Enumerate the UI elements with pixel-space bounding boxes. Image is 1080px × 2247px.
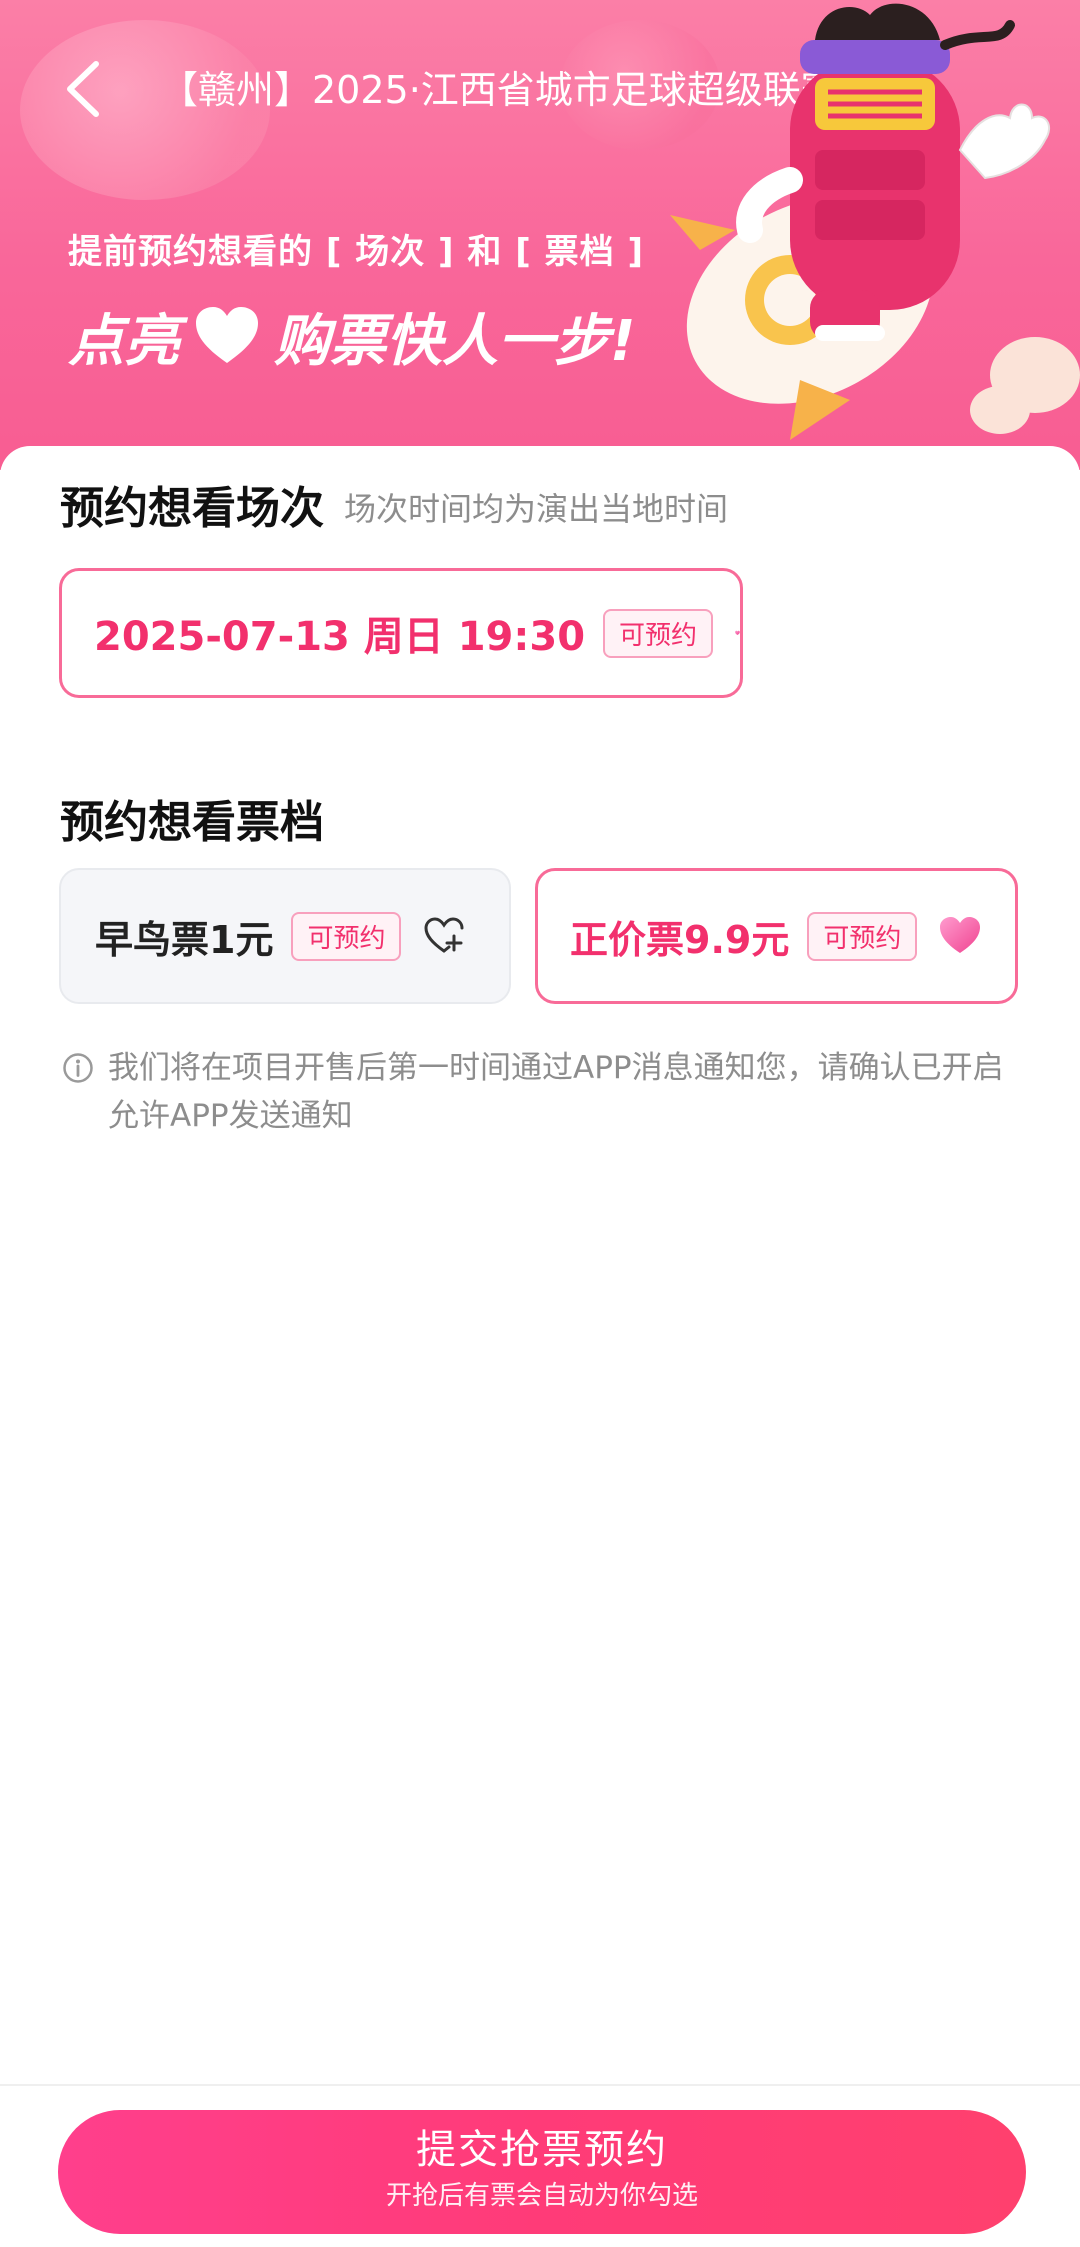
submit-button-sublabel: 开抢后有票会自动为你勾选 xyxy=(385,2181,698,2211)
session-section-note: 场次时间均为演出当地时间 xyxy=(344,490,729,528)
slogan-left: 点亮 xyxy=(68,308,180,374)
reservable-tag: 可预约 xyxy=(291,911,402,961)
submit-button-label: 提交抢票预约 xyxy=(416,2127,668,2173)
submit-reservation-button[interactable]: 提交抢票预约 开抢后有票会自动为你勾选 xyxy=(58,2110,1026,2234)
banner-slogan: 点亮 购票快人一步! xyxy=(68,296,636,376)
header-banner: 【赣州】2025·江西省城市足球超级联赛 提前预约想看的 [ 场次 ] 和 [ … xyxy=(0,0,1080,470)
session-label: 2025-07-13 周日 19:30 xyxy=(94,614,586,660)
bottom-action-bar: 提交抢票预约 开抢后有票会自动为你勾选 xyxy=(0,2084,1080,2247)
heart-icon xyxy=(735,630,740,635)
info-icon xyxy=(63,1053,93,1083)
banner-subtitle: 提前预约想看的 [ 场次 ] 和 [ 票档 ] xyxy=(68,232,645,272)
heart-icon xyxy=(196,307,258,363)
reservable-tag: 可预约 xyxy=(807,911,918,961)
notification-notice: 我们将在项目开售后第一时间通过APP消息通知您，请确认已开启允许APP发送通知 xyxy=(62,1044,1022,1140)
heart-add-icon xyxy=(424,917,464,953)
mascot-illustration xyxy=(670,3,1080,440)
tier-section-title: 预约想看票档 xyxy=(60,797,324,848)
slogan-right: 购票快人一步! xyxy=(274,308,636,374)
tier-label: 早鸟票1元 xyxy=(95,917,274,962)
back-icon[interactable] xyxy=(58,58,106,120)
tier-option-early-bird[interactable]: 早鸟票1元 可预约 xyxy=(59,868,511,1004)
notice-text: 我们将在项目开售后第一时间通过APP消息通知您，请确认已开启允许APP发送通知 xyxy=(108,1050,1004,1134)
heart-icon xyxy=(940,917,981,953)
tier-option-regular[interactable]: 正价票9.9元 可预约 xyxy=(535,868,1018,1004)
reservable-tag: 可预约 xyxy=(603,608,714,658)
session-option[interactable]: 2025-07-13 周日 19:30 可预约 xyxy=(59,568,743,698)
tier-label: 正价票9.9元 xyxy=(570,917,790,962)
session-section-title: 预约想看场次 xyxy=(60,483,324,534)
reservation-card: 预约想看场次 场次时间均为演出当地时间 2025-07-13 周日 19:30 … xyxy=(0,446,1080,2086)
